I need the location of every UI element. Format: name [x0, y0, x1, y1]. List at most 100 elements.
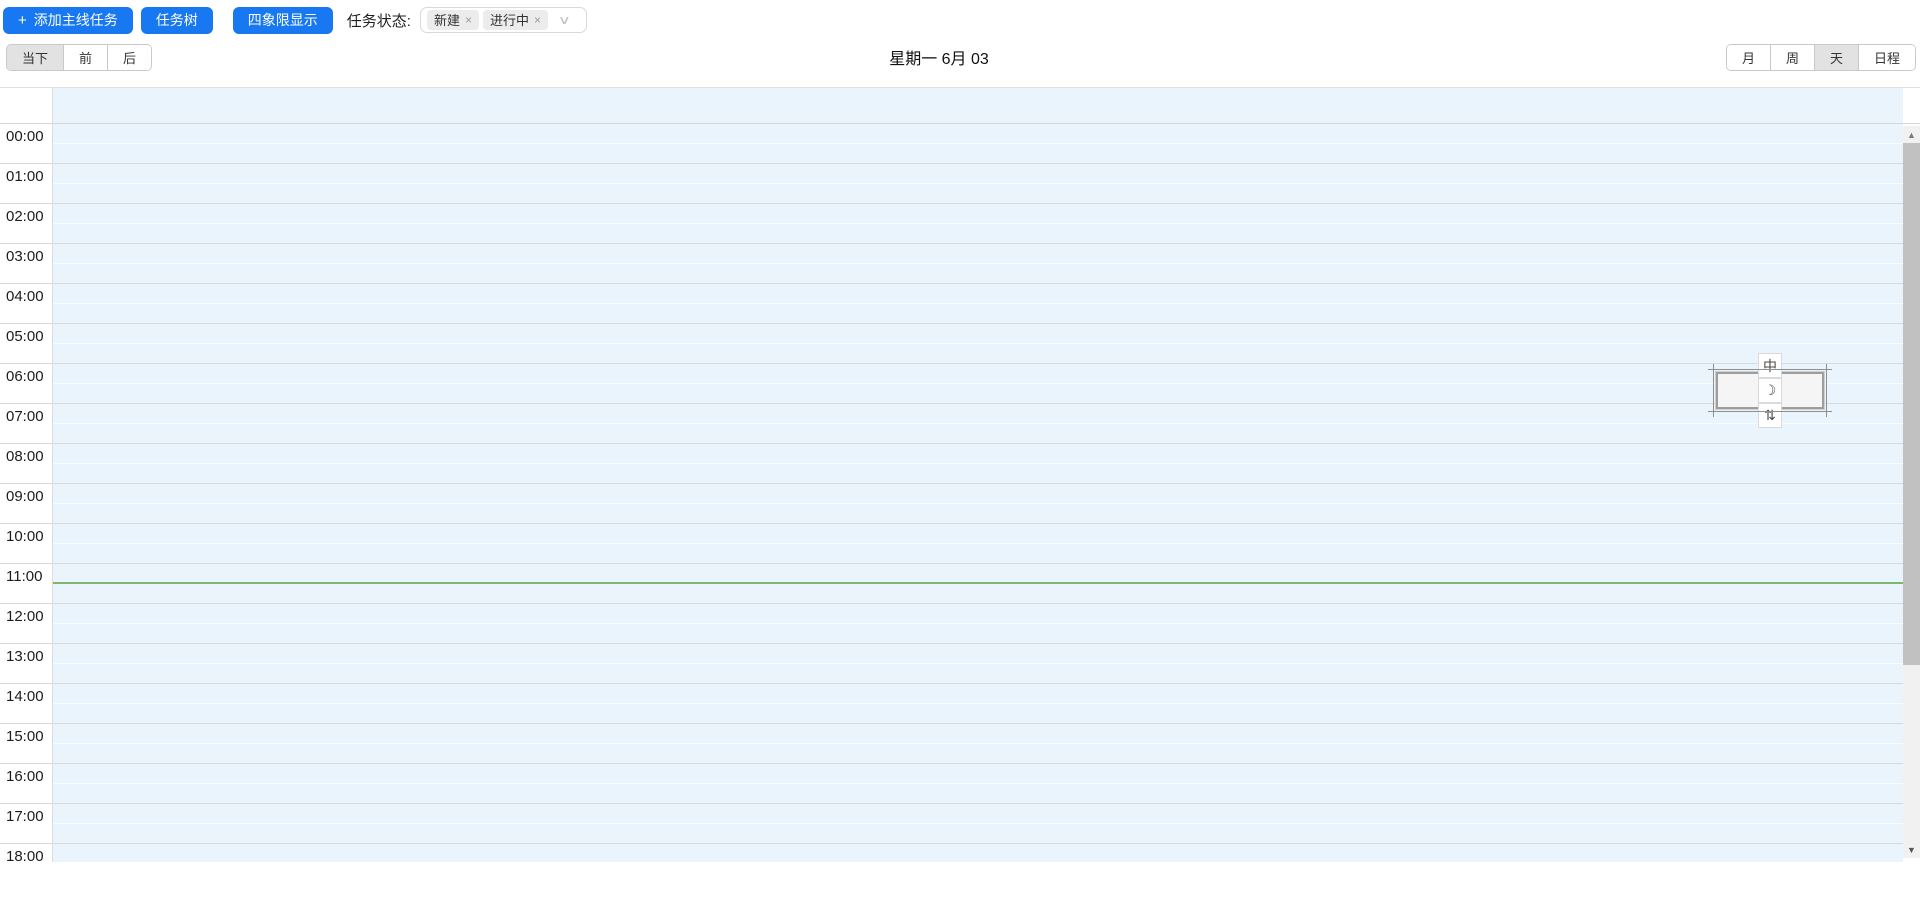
close-icon[interactable]: × — [465, 14, 472, 26]
hour-row: 15:00 — [0, 724, 1903, 764]
add-main-task-button[interactable]: + 添加主线任务 — [3, 6, 133, 34]
ime-button[interactable]: ⇅ — [1758, 403, 1782, 428]
half-hour-line — [53, 543, 1903, 544]
view-switch-button[interactable]: 天 — [1813, 44, 1858, 70]
hour-cell[interactable] — [53, 724, 1903, 763]
ime-toolbar[interactable]: 中 ☽ ⇅ — [1708, 353, 1832, 428]
app-window: + 添加主线任务 任务树 四象限显示 任务状态: 新建 × 进行中 × ∨ 当下… — [0, 0, 1920, 911]
time-label: 00:00 — [0, 124, 53, 163]
view-switch-button[interactable]: 月 — [1726, 44, 1770, 70]
date-nav-button[interactable]: 当下 — [7, 44, 64, 70]
hour-cell[interactable] — [53, 124, 1903, 163]
time-label: 16:00 — [0, 764, 53, 803]
day-grid-viewport[interactable]: 00:00 01:00 02:00 03:00 04:00 05:00 06:0… — [0, 124, 1903, 862]
date-nav-group: 当下前后 — [6, 43, 153, 71]
time-label: 11:00 — [0, 564, 53, 603]
time-label: 14:00 — [0, 684, 53, 723]
half-hour-line — [53, 423, 1903, 424]
quadrant-view-label: 四象限显示 — [247, 12, 318, 28]
time-label: 15:00 — [0, 724, 53, 763]
ime-button[interactable]: ☽ — [1758, 378, 1782, 403]
half-hour-line — [53, 703, 1903, 704]
all-day-right-pad — [1903, 88, 1920, 123]
half-hour-line — [53, 743, 1903, 744]
half-hour-line — [53, 783, 1903, 784]
status-tag-label: 进行中 — [489, 13, 529, 29]
time-label: 04:00 — [0, 284, 53, 323]
date-nav-button[interactable]: 后 — [107, 44, 152, 70]
view-switch-button[interactable]: 日程 — [1857, 44, 1915, 70]
hour-cell[interactable] — [53, 324, 1903, 363]
scroll-up-arrow-icon[interactable]: ▲ — [1903, 126, 1920, 143]
hour-row: 18:00 — [0, 844, 1903, 862]
hour-cell[interactable] — [53, 164, 1903, 203]
scrollbar-thumb[interactable] — [1903, 143, 1920, 665]
vertical-scrollbar[interactable]: ▲ ▼ — [1903, 126, 1920, 858]
hour-row: 06:00 — [0, 364, 1903, 404]
hour-row: 16:00 — [0, 764, 1903, 804]
status-tag-label: 新建 — [433, 13, 460, 29]
time-label: 07:00 — [0, 404, 53, 443]
chevron-down-icon: ∨ — [557, 13, 571, 27]
hour-cell[interactable] — [53, 604, 1903, 643]
ime-item-list: 中 ☽ ⇅ — [1758, 353, 1782, 428]
half-hour-line — [53, 823, 1903, 824]
hour-cell[interactable] — [53, 644, 1903, 683]
hour-cell[interactable] — [53, 524, 1903, 563]
hour-cell[interactable] — [53, 804, 1903, 843]
scroll-down-arrow-icon[interactable]: ▼ — [1903, 841, 1920, 858]
quadrant-view-button[interactable]: 四象限显示 — [232, 6, 333, 34]
task-tree-button[interactable]: 任务树 — [140, 6, 213, 34]
ime-sketch-line — [1708, 411, 1832, 412]
hour-cell[interactable] — [53, 764, 1903, 803]
hour-row: 02:00 — [0, 204, 1903, 244]
time-label: 12:00 — [0, 604, 53, 643]
time-label: 13:00 — [0, 644, 53, 683]
time-label: 18:00 — [0, 844, 53, 862]
hour-cell[interactable] — [53, 484, 1903, 523]
task-status-select[interactable]: 新建 × 进行中 × ∨ — [419, 7, 587, 33]
hour-row: 01:00 — [0, 164, 1903, 204]
all-day-cell[interactable] — [53, 88, 1903, 123]
time-label: 17:00 — [0, 804, 53, 843]
hour-row: 12:00 — [0, 604, 1903, 644]
time-label: 09:00 — [0, 484, 53, 523]
hour-row: 14:00 — [0, 684, 1903, 724]
time-label: 05:00 — [0, 324, 53, 363]
hour-row: 10:00 — [0, 524, 1903, 564]
hour-cell[interactable] — [53, 564, 1903, 603]
ime-sketch-line — [1826, 364, 1827, 417]
hour-row: 05:00 — [0, 324, 1903, 364]
ime-button[interactable]: 中 — [1758, 353, 1782, 378]
hour-row: 00:00 — [0, 124, 1903, 164]
half-hour-line — [53, 583, 1903, 584]
hour-cell[interactable] — [53, 444, 1903, 483]
time-label: 01:00 — [0, 164, 53, 203]
close-icon[interactable]: × — [534, 14, 541, 26]
view-switch-button[interactable]: 周 — [1769, 44, 1814, 70]
hour-cell[interactable] — [53, 204, 1903, 243]
half-hour-line — [53, 303, 1903, 304]
hour-row: 08:00 — [0, 444, 1903, 484]
task-status-label: 任务状态: — [346, 12, 411, 30]
hour-row: 17:00 — [0, 804, 1903, 844]
add-main-task-label: 添加主线任务 — [33, 12, 118, 28]
hour-row: 03:00 — [0, 244, 1903, 284]
status-tag-list: 新建 × 进行中 × — [425, 9, 550, 31]
hour-cell[interactable] — [53, 844, 1903, 862]
hour-cell[interactable] — [53, 364, 1903, 403]
half-hour-line — [53, 223, 1903, 224]
hour-row: 13:00 — [0, 644, 1903, 684]
status-tag: 进行中 × — [482, 9, 548, 30]
hour-rows: 00:00 01:00 02:00 03:00 04:00 05:00 06:0… — [0, 124, 1903, 862]
hour-cell[interactable] — [53, 404, 1903, 443]
half-hour-line — [53, 183, 1903, 184]
hour-cell[interactable] — [53, 684, 1903, 723]
half-hour-line — [53, 343, 1903, 344]
hour-cell[interactable] — [53, 244, 1903, 283]
half-hour-line — [53, 503, 1903, 504]
half-hour-line — [53, 143, 1903, 144]
hour-cell[interactable] — [53, 284, 1903, 323]
date-nav-button[interactable]: 前 — [63, 44, 108, 70]
time-label: 03:00 — [0, 244, 53, 283]
